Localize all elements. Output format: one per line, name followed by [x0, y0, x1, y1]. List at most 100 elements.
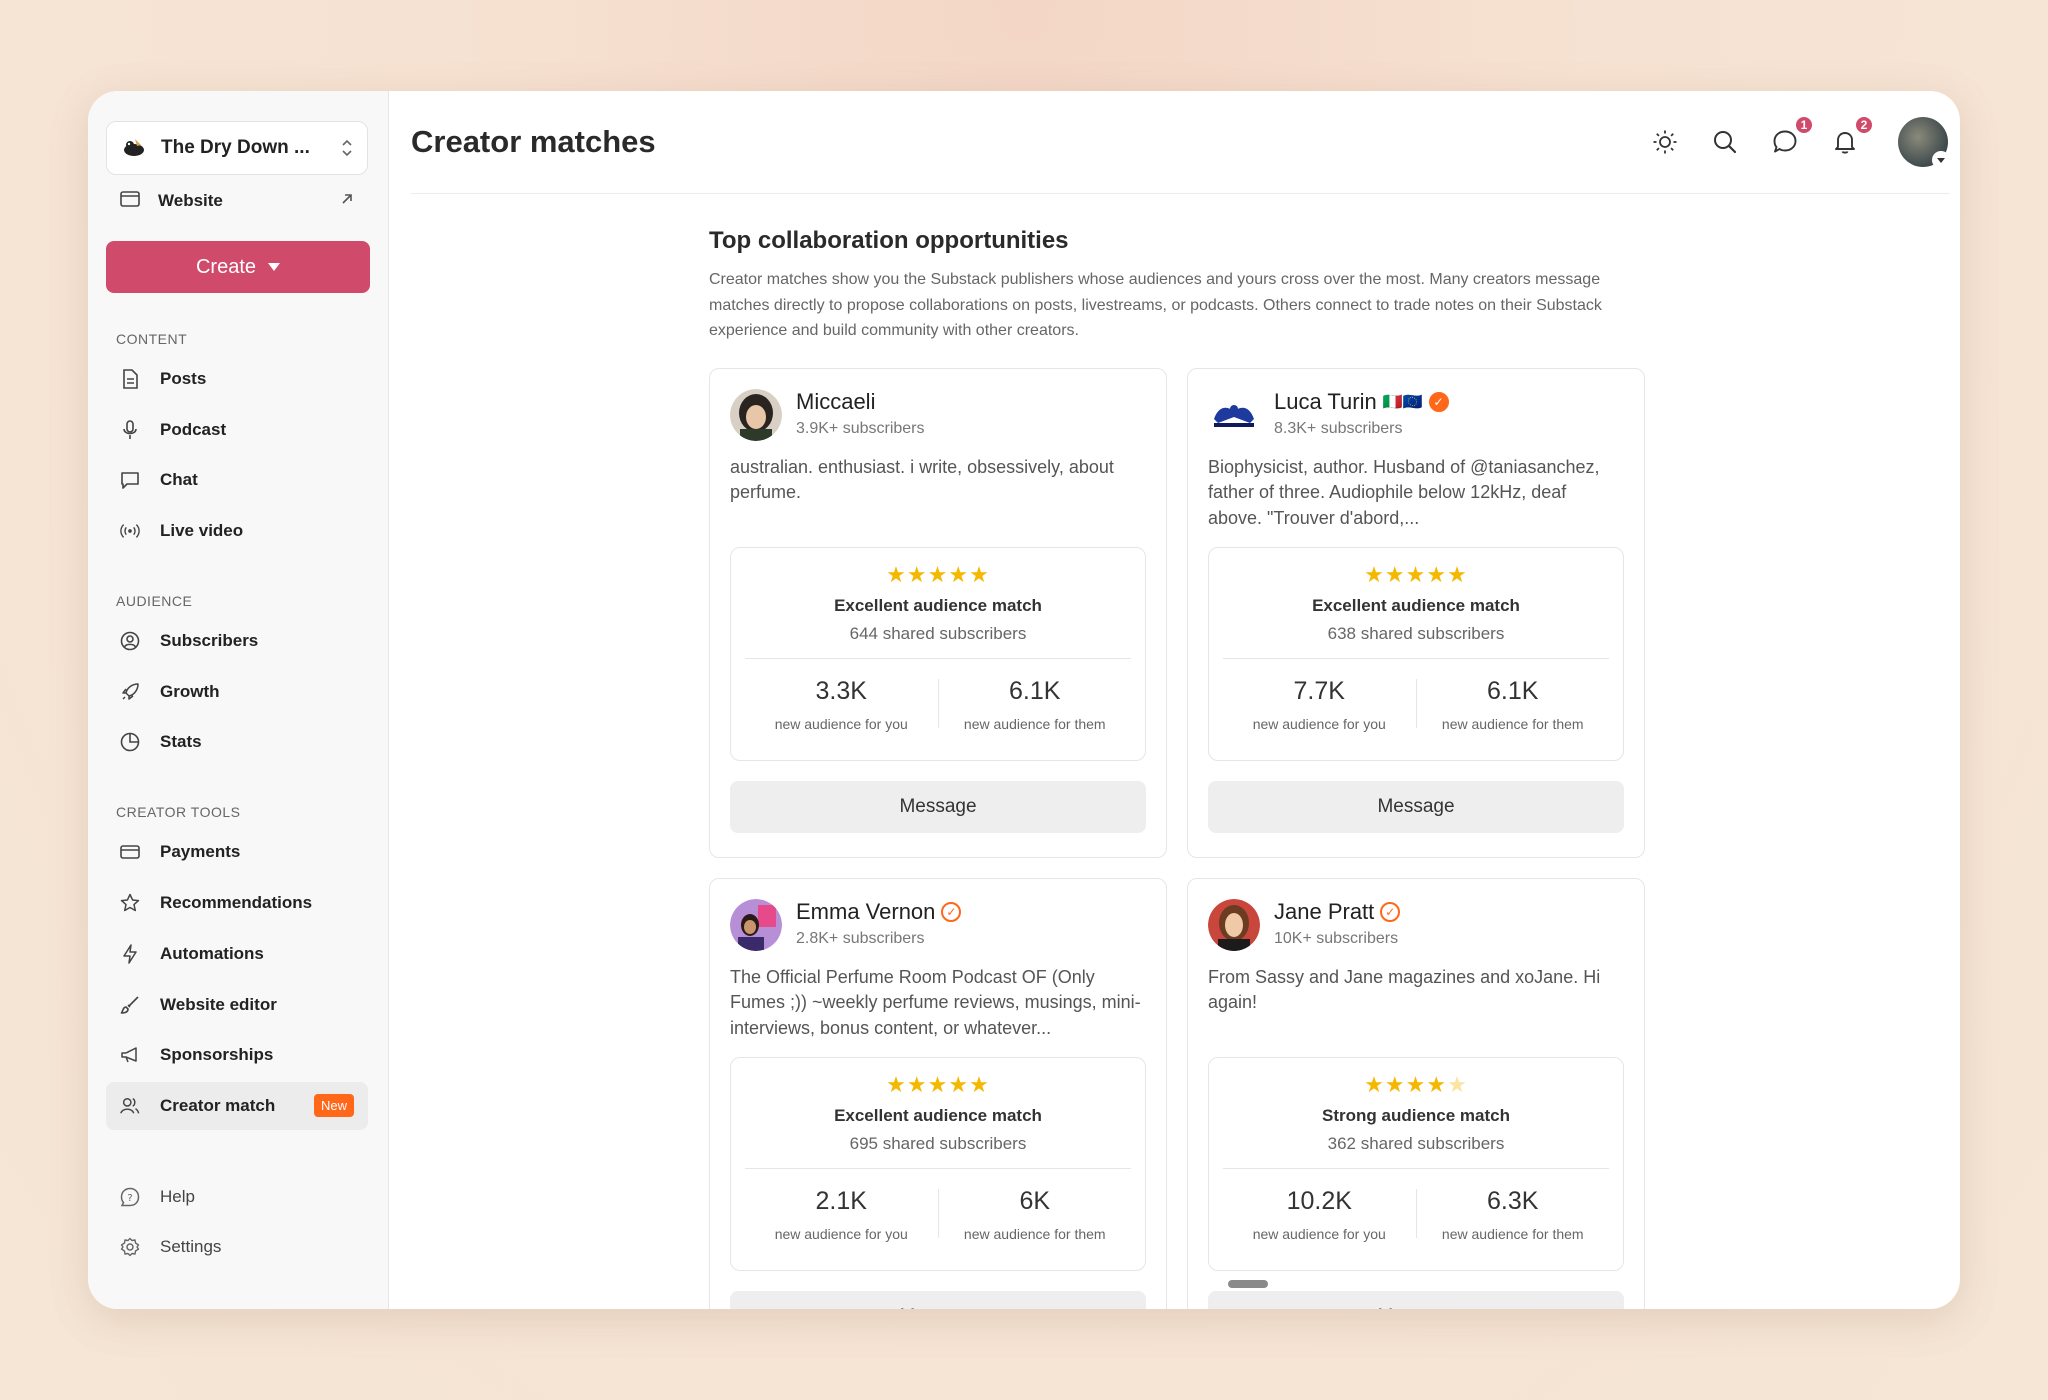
creator-name[interactable]: Emma Vernon	[796, 899, 935, 925]
message-button[interactable]: Message	[730, 780, 1146, 833]
star-filled-icon: ★	[969, 1071, 990, 1097]
sidebar-item-sponsorships[interactable]: Sponsorships	[106, 1031, 368, 1079]
rating-stars: ★★★★★	[745, 1072, 1131, 1098]
sidebar-item-label: Help	[160, 1186, 195, 1206]
creator-name[interactable]: Miccaeli	[796, 389, 875, 415]
megaphone-icon	[120, 1045, 140, 1065]
star-filled-icon: ★	[1426, 561, 1448, 587]
creator-subscribers: 10K+ subscribers	[1274, 929, 1399, 947]
new-audience-for-them-label: new audience for them	[1441, 715, 1584, 732]
star-filled-icon: ★	[1384, 1071, 1406, 1097]
creator-name[interactable]: Luca Turin	[1274, 389, 1377, 415]
sidebar-item-live-video[interactable]: Live video	[106, 507, 368, 555]
star-filled-icon: ★	[1364, 561, 1385, 587]
sidebar: The Dry Down ... Website Create CONTENT …	[88, 91, 389, 1309]
create-label: Create	[195, 255, 257, 278]
sidebar-item-subscribers[interactable]: Subscribers	[106, 617, 368, 665]
top-icons: 1 2	[1650, 115, 1950, 169]
sidebar-item-label: Live video	[160, 521, 244, 541]
creator-avatar[interactable]	[730, 898, 782, 951]
svg-text:?: ?	[127, 1193, 132, 1204]
website-link[interactable]: Website	[106, 175, 368, 227]
star-icon	[120, 893, 140, 913]
creator-name[interactable]: Jane Pratt	[1274, 899, 1374, 925]
section-description: Creator matches show you the Substack pu…	[709, 271, 1602, 339]
sidebar-item-posts[interactable]: Posts	[106, 355, 368, 403]
top-bar: Creator matches 1 2	[411, 91, 1950, 194]
creator-card: Miccaeli 3.9K+ subscribers australian. e…	[709, 367, 1167, 858]
verified-badge-icon: ✓	[941, 901, 962, 922]
message-button[interactable]: Message	[1208, 780, 1624, 833]
shared-subscribers: 644 shared subscribers	[849, 623, 1027, 643]
page-title: Creator matches	[411, 124, 656, 159]
new-audience-for-them-label: new audience for them	[1441, 1225, 1584, 1242]
creator-avatar[interactable]	[730, 388, 782, 441]
star-filled-icon: ★	[1405, 561, 1427, 587]
creator-subscribers: 8.3K+ subscribers	[1274, 419, 1403, 437]
creator-subscribers: 3.9K+ subscribers	[796, 419, 925, 437]
scrollbar-thumb[interactable]	[1228, 1280, 1268, 1288]
new-audience-for-you-value: 7.7K	[1293, 676, 1345, 705]
user-avatar[interactable]	[1898, 117, 1950, 169]
creator-bio: The Official Perfume Room Podcast OF (On…	[730, 966, 1141, 1038]
new-audience-for-you-value: 3.3K	[815, 676, 867, 705]
sidebar-item-label: Sponsorships	[160, 1045, 274, 1065]
sidebar-item-settings[interactable]: Settings	[106, 1223, 368, 1271]
verified-badge-icon: ✓	[1428, 391, 1449, 412]
sidebar-item-creator-match[interactable]: Creator match New	[106, 1081, 368, 1130]
sidebar-item-label: Automations	[160, 943, 264, 963]
creator-bio: From Sassy and Jane magazines and xoJane…	[1208, 966, 1601, 1013]
publication-switcher[interactable]: The Dry Down ...	[106, 121, 368, 175]
publication-logo-icon	[121, 135, 147, 161]
lightning-icon	[120, 944, 140, 964]
gear-icon	[120, 1237, 140, 1257]
match-quality: Strong audience match	[1322, 1105, 1510, 1125]
shared-subscribers: 695 shared subscribers	[849, 1133, 1027, 1153]
creator-bio: Biophysicist, author. Husband of @tanias…	[1208, 456, 1600, 528]
star-filled-icon: ★	[1364, 1071, 1385, 1097]
chevron-up-down-icon	[341, 139, 353, 157]
verified-badge-icon: ✓	[1380, 901, 1401, 922]
sidebar-item-label: Payments	[160, 842, 241, 862]
chat-icon[interactable]: 1	[1770, 115, 1814, 157]
sidebar-item-growth[interactable]: Growth	[106, 668, 368, 716]
sidebar-item-automations[interactable]: Automations	[106, 930, 368, 978]
star-filled-icon: ★	[1447, 561, 1468, 587]
bell-icon[interactable]: 2	[1830, 115, 1874, 157]
creator-avatar[interactable]	[1208, 388, 1260, 441]
match-summary: ★★★★★ Excellent audience match 644 share…	[730, 546, 1146, 761]
external-arrow-icon	[340, 191, 354, 211]
sidebar-item-podcast[interactable]: Podcast	[106, 406, 368, 454]
new-audience-for-them-label: new audience for them	[963, 1225, 1106, 1242]
sidebar-item-help[interactable]: ? Help	[106, 1173, 368, 1221]
sidebar-item-stats[interactable]: Stats	[106, 718, 368, 766]
shared-subscribers: 362 shared subscribers	[1327, 1133, 1505, 1153]
sidebar-item-label: Chat	[160, 470, 198, 490]
website-label: Website	[158, 191, 223, 210]
matches-content: Top collaboration opportunities Creator …	[709, 227, 1645, 1309]
sidebar-item-payments[interactable]: Payments	[106, 828, 368, 876]
creator-grid: Miccaeli 3.9K+ subscribers australian. e…	[709, 367, 1645, 1309]
message-button[interactable]: Message	[1208, 1290, 1624, 1309]
message-button[interactable]: Message	[730, 1290, 1146, 1309]
caret-down-icon	[268, 263, 281, 271]
sidebar-item-chat[interactable]: Chat	[106, 456, 368, 504]
rating-stars: ★★★★★	[1223, 562, 1609, 588]
sidebar-item-label: Posts	[160, 369, 207, 388]
app-window: The Dry Down ... Website Create CONTENT …	[88, 91, 1960, 1309]
new-audience-for-you-value: 10.2K	[1286, 1186, 1352, 1215]
paintbrush-icon	[120, 995, 140, 1015]
creator-avatar[interactable]	[1208, 898, 1260, 951]
sidebar-item-website-editor[interactable]: Website editor	[106, 981, 368, 1029]
theme-toggle-sun-icon[interactable]	[1650, 127, 1680, 157]
star-empty-icon: ★	[1447, 1071, 1468, 1097]
search-icon[interactable]	[1710, 127, 1740, 157]
shared-subscribers: 638 shared subscribers	[1327, 623, 1505, 643]
create-button[interactable]: Create	[106, 241, 370, 293]
creator-card: Luca Turin 🇮🇹🇪🇺 ✓ 8.3K+ subscribers Biophy…	[1187, 367, 1645, 858]
chat-bubble-icon	[120, 470, 140, 490]
match-quality: Excellent audience match	[834, 595, 1042, 615]
creator-bio: australian. enthusiast. i write, obsessi…	[730, 456, 1114, 503]
sidebar-item-label: Stats	[160, 732, 202, 752]
sidebar-item-recommendations[interactable]: Recommendations	[106, 879, 368, 927]
